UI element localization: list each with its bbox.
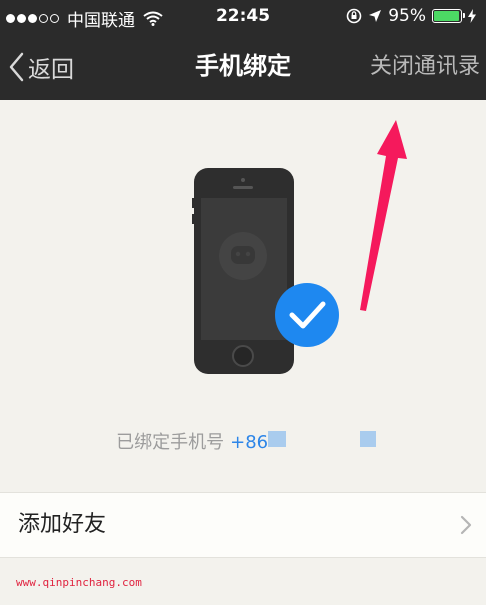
redaction-block — [268, 431, 286, 447]
rotation-lock-icon — [346, 8, 362, 24]
battery-icon — [432, 9, 465, 23]
bound-phone-label: 已绑定手机号 — [116, 432, 225, 453]
charging-bolt-icon — [468, 9, 476, 23]
status-right: 95% — [340, 6, 476, 26]
annotation-arrow-icon — [360, 120, 407, 311]
nav-bar: 返回 手机绑定 关闭通讯录 — [0, 33, 486, 100]
add-friends-row[interactable]: 添加好友 — [0, 492, 486, 558]
location-arrow-icon — [369, 10, 382, 22]
back-button-label: 返回 — [28, 56, 74, 83]
phone-icon — [192, 168, 294, 374]
back-button[interactable]: 返回 — [8, 33, 74, 100]
status-bar: 中国联通 22:45 95% — [0, 0, 486, 33]
phone-bound-illustration — [192, 168, 339, 374]
chevron-right-icon — [460, 515, 472, 535]
close-contacts-button[interactable]: 关闭通讯录 — [370, 33, 480, 100]
bound-phone-number: +86 — [230, 432, 269, 453]
check-badge-icon — [275, 283, 339, 347]
watermark: www.qinpinchang.com — [16, 576, 142, 589]
app-logo-icon — [219, 232, 267, 280]
battery-level-fill — [434, 11, 459, 21]
redaction-block — [360, 431, 376, 447]
battery-percent: 95% — [388, 6, 426, 26]
bound-phone-info: 已绑定手机号 +86 — [0, 428, 486, 454]
chevron-left-icon — [9, 52, 24, 81]
add-friends-label: 添加好友 — [18, 512, 107, 537]
